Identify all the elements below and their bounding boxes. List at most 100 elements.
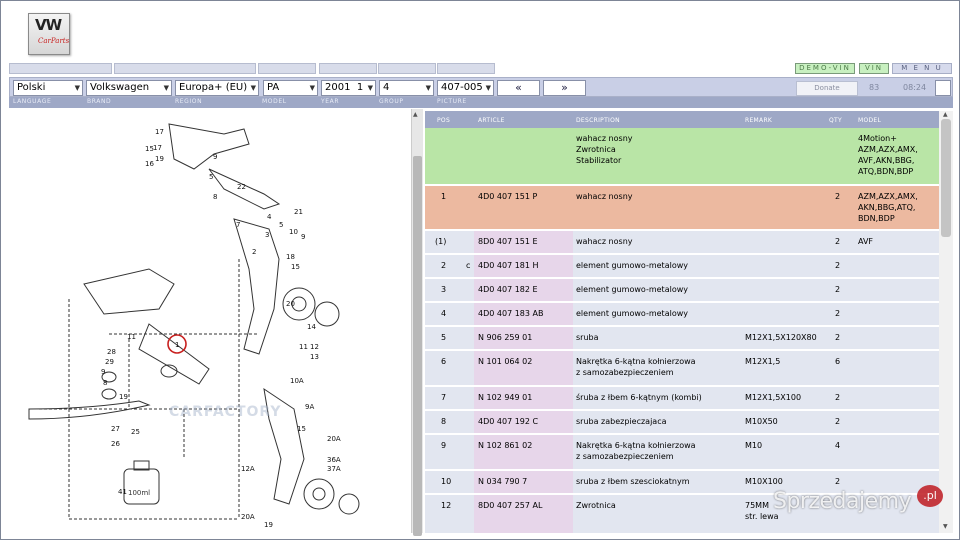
table-row[interactable]: 9 N 102 861 02 Nakrętka 6-kątna kołnierzow…: [425, 435, 939, 471]
cell-description: wahacz nosny: [576, 237, 633, 246]
cell-remark: M10: [745, 441, 763, 450]
parts-diagram[interactable]: 100ml 17 15 16 17 19 9 8 7 4 5 3 2 22 18 20 21 10 9 5 15 11 12…: [9, 109, 412, 533]
cell-article: 4D0 407 192 C: [478, 417, 539, 426]
picture-value: 407-005: [441, 82, 483, 93]
stabilizer-bar: [28, 400, 151, 420]
cell-description: wahacz nosny Zwrotnica Stabilizator: [576, 134, 633, 165]
oil-label: 100ml: [128, 489, 150, 497]
label-year: YEAR: [321, 98, 340, 105]
language-select[interactable]: Polski ▼: [13, 80, 83, 96]
label-language: LANGUAGE: [13, 98, 52, 105]
callout-label: 13: [310, 353, 319, 361]
cell-description: element gumowo-metalowy: [576, 261, 688, 270]
cell-article: 4D0 407 181 H: [478, 261, 539, 270]
cell-qty: 2: [835, 333, 841, 342]
cell-qty: 2: [835, 192, 841, 201]
callout-label: 20A: [327, 435, 341, 443]
chevron-down-icon: ▼: [309, 84, 315, 92]
cell-description: element gumowo-metalowy: [576, 309, 688, 318]
cell-pos: 8: [441, 417, 447, 426]
callout-label: 8: [213, 193, 217, 201]
callout-label: 2: [252, 248, 256, 256]
callout-label: 19: [155, 155, 164, 163]
cell-model: 4Motion+ AZM,AZX,AMX, AVF,AKN,BBG, ATQ,B…: [858, 134, 918, 176]
table-row[interactable]: 8 4D0 407 192 C sruba zabezpieczajaca M10X5…: [425, 411, 939, 435]
callout-label: 9: [301, 233, 305, 241]
scroll-up-icon[interactable]: ▲: [943, 111, 948, 118]
counter: 83: [869, 83, 880, 92]
callout-label: 3: [265, 231, 269, 239]
table-row[interactable]: 4 4D0 407 183 AB element gumowo-metalowy 2: [425, 303, 939, 327]
cell-article: 8D0 407 257 AL: [478, 501, 543, 510]
scroll-down-icon[interactable]: ▼: [943, 523, 948, 530]
callout-label: 21: [294, 208, 303, 216]
cell-article: 4D0 407 183 AB: [478, 309, 544, 318]
label-model: MODEL: [262, 98, 287, 105]
callout-label: 4: [267, 213, 272, 221]
callout-label: 15: [297, 425, 306, 433]
table-row[interactable]: 7 N 102 949 01 śruba z łbem 6-kątnym (komb…: [425, 387, 939, 411]
callout-label: 19: [264, 521, 273, 529]
scroll-thumb[interactable]: [941, 119, 951, 237]
cell-description: Zwrotnica: [576, 501, 616, 510]
table-row[interactable]: 1 4D0 407 151 P wahacz nosny 2 AZM,AZX,AMX, …: [425, 186, 939, 231]
table-row[interactable]: 6 N 101 064 02 Nakrętka 6-kątna kołnierzow…: [425, 351, 939, 387]
callout-label: 12: [310, 343, 319, 351]
cell-qty: 6: [835, 357, 841, 366]
label-brand: BRAND: [87, 98, 112, 105]
region-select[interactable]: Europa+ (EU) ▼: [175, 80, 259, 96]
callout-label: 9: [101, 368, 105, 376]
table-row[interactable]: 5 N 906 259 01 sruba M12X1,5X120X80 2: [425, 327, 939, 351]
lower-arm: [83, 268, 175, 315]
chevron-down-icon: ▼: [74, 84, 80, 92]
diagram-scrollbar[interactable]: ▲: [412, 109, 423, 536]
cell-pos: (1): [435, 237, 447, 246]
model-select[interactable]: PA ▼: [263, 80, 318, 96]
hub-2: [303, 478, 335, 510]
callout-label: 20: [286, 300, 295, 308]
cell-remark: M10X50: [745, 417, 778, 426]
hub-cap: [314, 301, 340, 327]
cell-qty: 2: [835, 393, 841, 402]
table-row[interactable]: wahacz nosny Zwrotnica Stabilizator 4Moti…: [425, 128, 939, 186]
group-select[interactable]: 4 ▼: [379, 80, 434, 96]
table-row[interactable]: 2 c 4D0 407 181 H element gumowo-metalowy 2: [425, 255, 939, 279]
donate-button[interactable]: Donate: [796, 81, 858, 96]
callout-label: 29: [105, 358, 114, 366]
demo-vin-button[interactable]: DEMO-VIN: [795, 63, 855, 74]
scroll-up-icon[interactable]: ▲: [413, 111, 418, 118]
oil-bottle: [123, 468, 160, 505]
cell-qty: 2: [835, 417, 841, 426]
table-scrollbar[interactable]: ▲ ▼: [939, 111, 953, 533]
year-select[interactable]: 2001 1 ▼: [321, 80, 376, 96]
prev-picture-button[interactable]: «: [497, 80, 540, 96]
cell-description: sruba zabezpieczajaca: [576, 417, 667, 426]
brand-select[interactable]: Volkswagen ▼: [86, 80, 172, 96]
article-cell-bg: [474, 128, 573, 184]
bushing: [101, 388, 117, 400]
cell-pos: 2: [441, 261, 447, 270]
table-row[interactable]: 3 4D0 407 182 E element gumowo-metalowy 2: [425, 279, 939, 303]
cell-qty: 2: [835, 285, 841, 294]
col-article: ARTICLE: [478, 117, 505, 124]
cell-article: 4D0 407 151 P: [478, 192, 538, 201]
group-value: 4: [383, 82, 390, 93]
callout-label: 11: [127, 333, 136, 341]
cell-article: 8D0 407 151 E: [478, 237, 538, 246]
menu-button[interactable]: M E N U: [892, 63, 952, 74]
cell-remark: M12X1,5: [745, 357, 781, 366]
picture-select[interactable]: 407-005 ▼: [437, 80, 494, 96]
chevron-down-icon: ▼: [250, 84, 256, 92]
callout-label: 1: [175, 341, 179, 349]
next-picture-button[interactable]: »: [543, 80, 586, 96]
cell-description: sruba z łbem szesciokatnym: [576, 477, 690, 486]
cell-pos: 3: [441, 285, 447, 294]
extra-field[interactable]: [935, 80, 951, 96]
scroll-thumb[interactable]: [413, 156, 422, 536]
col-pos: POS: [437, 117, 451, 124]
cell-article: N 102 861 02: [478, 441, 533, 450]
vin-button[interactable]: VIN: [859, 63, 889, 74]
table-row[interactable]: (1) 8D0 407 151 E wahacz nosny 2 AVF: [425, 231, 939, 255]
logo[interactable]: VW CarParts: [28, 13, 70, 55]
callout-label: 11: [299, 343, 308, 351]
